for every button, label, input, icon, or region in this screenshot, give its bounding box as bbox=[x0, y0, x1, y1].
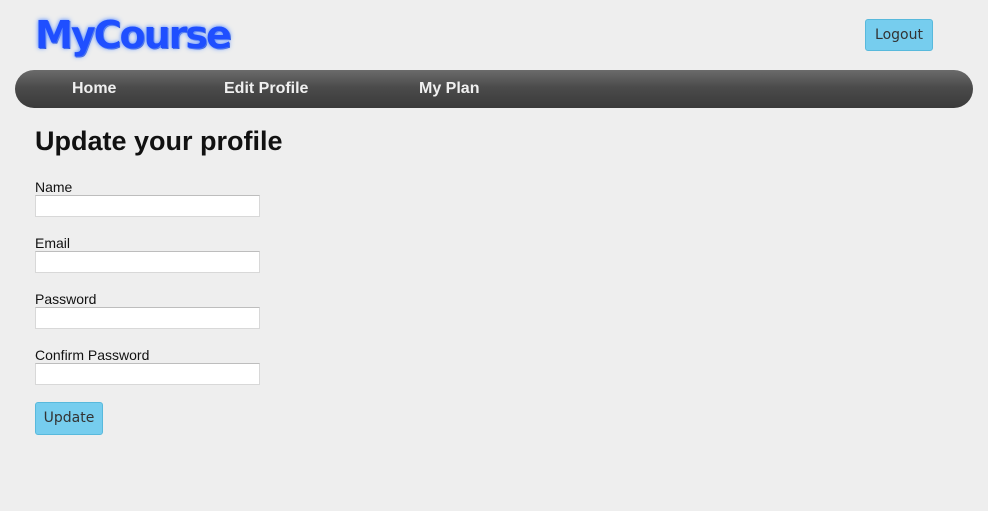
confirm-password-label: Confirm Password bbox=[35, 347, 150, 363]
update-button[interactable]: Update bbox=[35, 402, 103, 435]
confirm-password-input[interactable] bbox=[35, 363, 260, 385]
nav-item-my-plan[interactable]: My Plan bbox=[419, 70, 479, 108]
name-label: Name bbox=[35, 179, 73, 195]
page-title: Update your profile bbox=[35, 126, 283, 156]
confirm-password-field-group: Confirm Password bbox=[35, 348, 260, 385]
password-label: Password bbox=[35, 291, 97, 307]
email-label: Email bbox=[35, 235, 71, 251]
nav-item-home[interactable]: Home bbox=[72, 70, 116, 108]
email-field-group: Email bbox=[35, 236, 260, 273]
email-input[interactable] bbox=[35, 251, 260, 273]
logo-text: MyCourse bbox=[35, 13, 232, 57]
password-field-group: Password bbox=[35, 292, 260, 329]
name-input[interactable] bbox=[35, 195, 260, 217]
main-nav: Home Edit Profile My Plan bbox=[15, 70, 973, 108]
nav-item-edit-profile[interactable]: Edit Profile bbox=[224, 70, 308, 108]
logo: MyCourse bbox=[35, 10, 232, 60]
name-field-group: Name bbox=[35, 180, 260, 217]
logout-button[interactable]: Logout bbox=[865, 19, 933, 51]
password-input[interactable] bbox=[35, 307, 260, 329]
